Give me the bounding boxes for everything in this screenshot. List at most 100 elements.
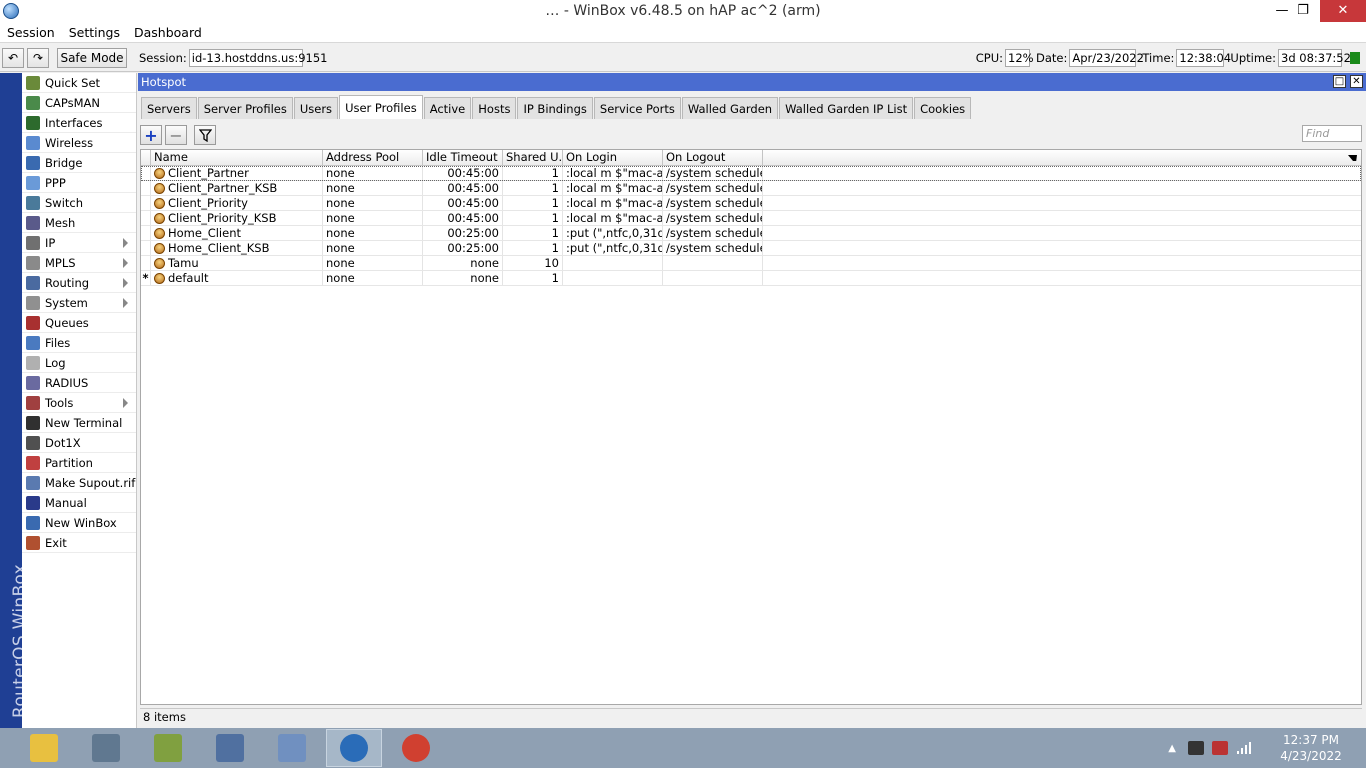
cell-idle: 00:25:00	[423, 241, 503, 255]
sidebar-item-mesh[interactable]: Mesh	[22, 213, 136, 233]
tab-ip-bindings[interactable]: IP Bindings	[517, 97, 593, 119]
column-name[interactable]: Name	[151, 150, 323, 165]
safe-mode-button[interactable]: Safe Mode	[57, 47, 127, 68]
table-row[interactable]: Tamu none none 10	[141, 256, 1361, 271]
tab-hosts[interactable]: Hosts	[472, 97, 517, 119]
sidebar-item-quick-set[interactable]: Quick Set	[22, 73, 136, 93]
table-row[interactable]: Client_Priority_KSB none 00:45:00 1:local m…	[141, 211, 1361, 226]
mpls-icon	[26, 255, 40, 270]
taskbar-app[interactable]	[140, 729, 196, 767]
menu-settings[interactable]: Settings	[62, 25, 127, 40]
redo-button[interactable]: ↷	[27, 47, 49, 68]
title-bar: … - WinBox v6.48.5 on hAP ac^2 (arm) — ❐…	[0, 0, 1366, 22]
taskbar-app[interactable]	[264, 729, 320, 767]
cell-name-text: Home_Client_KSB	[168, 241, 270, 255]
signal-icon[interactable]	[1236, 741, 1252, 755]
sidebar-item-system[interactable]: System	[22, 293, 136, 313]
tab-servers[interactable]: Servers	[141, 97, 197, 119]
taskbar-clock[interactable]: 12:37 PM 4/23/2022	[1266, 732, 1356, 764]
tray-expand-icon[interactable]: ▲	[1168, 743, 1176, 754]
sidebar-item-wireless[interactable]: Wireless	[22, 133, 136, 153]
sidebar-item-mpls[interactable]: MPLS	[22, 253, 136, 273]
column-on-logout[interactable]: On Logout	[663, 150, 763, 165]
sidebar-item-radius[interactable]: RADIUS	[22, 373, 136, 393]
session-field[interactable]: id-13.hostddns.us:9151	[188, 48, 327, 67]
close-button[interactable]: ✕	[1320, 0, 1366, 22]
sidebar-item-routing[interactable]: Routing	[22, 273, 136, 293]
main-toolbar: ↶ ↷ Safe Mode Session: id-13.hostddns.us…	[0, 44, 1366, 72]
column-on-login[interactable]: On Login	[563, 150, 663, 165]
cell-shared: 10	[503, 256, 563, 270]
sidebar: Quick Set CAPsMAN Interfaces Wireless Bridge…	[22, 73, 137, 728]
column-address-pool[interactable]: Address Pool	[323, 150, 423, 165]
cell-pool: none	[323, 211, 423, 225]
taskbar-apps	[10, 729, 444, 767]
taskbar-app[interactable]	[202, 729, 258, 767]
tab-users[interactable]: Users	[293, 97, 339, 119]
wireless-icon	[26, 135, 40, 150]
sidebar-item-ppp[interactable]: PPP	[22, 173, 136, 193]
sidebar-item-dot1x[interactable]: Dot1X	[22, 433, 136, 453]
sidebar-item-queues[interactable]: Queues	[22, 313, 136, 333]
table-row[interactable]: Client_Partner none 00:45:00 1:local m $"ma…	[141, 166, 1361, 181]
banner-text: RouterOS WinBox	[10, 564, 22, 718]
cell-login	[563, 256, 663, 270]
taskbar-app[interactable]	[388, 729, 444, 767]
taskbar-app[interactable]	[326, 729, 382, 767]
cell-name: Home_Client_KSB	[151, 241, 323, 255]
filter-button[interactable]	[194, 125, 216, 145]
interfaces-icon	[26, 115, 40, 130]
table-row[interactable]: * default none none 1	[141, 271, 1361, 286]
sidebar-item-log[interactable]: Log	[22, 353, 136, 373]
sidebar-item-label: New WinBox	[45, 515, 117, 530]
sidebar-item-exit[interactable]: Exit	[22, 533, 136, 553]
table-row[interactable]: Home_Client none 00:25:00 1:put (",ntfc,0,3…	[141, 226, 1361, 241]
sidebar-item-capsman[interactable]: CAPsMAN	[22, 93, 136, 113]
sidebar-item-tools[interactable]: Tools	[22, 393, 136, 413]
sidebar-item-switch[interactable]: Switch	[22, 193, 136, 213]
panel-toolbar: + − Find	[140, 123, 1362, 147]
add-button[interactable]: +	[140, 125, 162, 145]
sidebar-item-bridge[interactable]: Bridge	[22, 153, 136, 173]
tab-walled-garden[interactable]: Walled Garden	[681, 97, 779, 119]
find-input[interactable]: Find	[1302, 125, 1362, 142]
tab-service-ports[interactable]: Service Ports	[593, 97, 681, 119]
columns-dropdown-icon[interactable]	[1348, 155, 1357, 161]
sidebar-item-label: New Terminal	[45, 415, 123, 430]
tab-user-profiles[interactable]: User Profiles	[339, 95, 423, 119]
taskbar-app[interactable]	[16, 729, 72, 767]
tray-security-icon[interactable]	[1212, 741, 1228, 755]
remove-button[interactable]: −	[165, 125, 187, 145]
tab-server-profiles[interactable]: Server Profiles	[197, 97, 293, 119]
taskbar-app[interactable]	[78, 729, 134, 767]
sidebar-item-new-winbox[interactable]: New WinBox	[22, 513, 136, 533]
table-row[interactable]: Client_Priority none 00:45:00 1:local m $"m…	[141, 196, 1361, 211]
sidebar-item-make-supout-rif[interactable]: Make Supout.rif	[22, 473, 136, 493]
table-row[interactable]: Client_Partner_KSB none 00:45:00 1:local m …	[141, 181, 1361, 196]
sidebar-item-new-terminal[interactable]: New Terminal	[22, 413, 136, 433]
tab-cookies[interactable]: Cookies	[914, 97, 972, 119]
column-shared-users[interactable]: Shared U...	[503, 150, 563, 165]
cell-logout: /system scheduler...	[663, 181, 763, 195]
sidebar-item-files[interactable]: Files	[22, 333, 136, 353]
sidebar-item-interfaces[interactable]: Interfaces	[22, 113, 136, 133]
undo-button[interactable]: ↶	[2, 47, 24, 68]
sidebar-item-partition[interactable]: Partition	[22, 453, 136, 473]
cell-login	[563, 271, 663, 285]
table-row[interactable]: Home_Client_KSB none 00:25:00 1:put (",ntfc…	[141, 241, 1361, 256]
sidebar-item-ip[interactable]: IP	[22, 233, 136, 253]
tray-network-icon[interactable]	[1188, 741, 1204, 755]
column-idle-timeout[interactable]: Idle Timeout	[423, 150, 503, 165]
menu-session[interactable]: Session	[0, 25, 62, 40]
panel-maximize-button[interactable]: □	[1333, 75, 1346, 88]
sidebar-item-label: Quick Set	[45, 75, 101, 90]
restore-button[interactable]: ❐	[1283, 0, 1323, 22]
window-title: … - WinBox v6.48.5 on hAP ac^2 (arm)	[545, 3, 821, 19]
cell-pool: none	[323, 181, 423, 195]
tools-icon	[26, 395, 40, 410]
tab-walled-garden-ip-list[interactable]: Walled Garden IP List	[779, 97, 914, 119]
panel-close-button[interactable]: ✕	[1350, 75, 1363, 88]
menu-dashboard[interactable]: Dashboard	[127, 25, 209, 40]
sidebar-item-manual[interactable]: Manual	[22, 493, 136, 513]
tab-active[interactable]: Active	[423, 97, 472, 119]
